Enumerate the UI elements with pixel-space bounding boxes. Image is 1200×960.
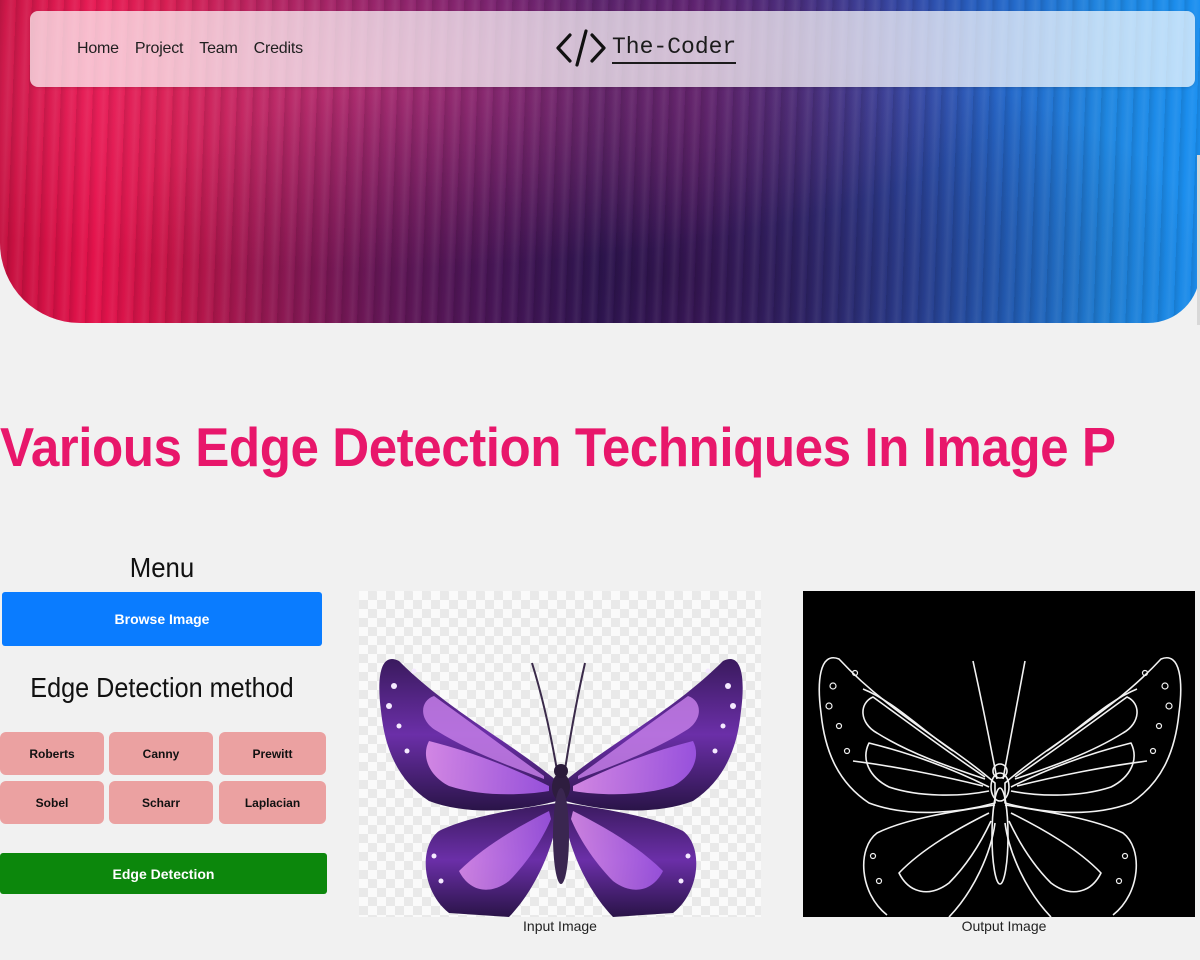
nav-links: Home Project Team Credits — [77, 11, 303, 87]
browse-image-button[interactable]: Browse Image — [2, 592, 322, 646]
nav-link-team[interactable]: Team — [199, 40, 238, 58]
method-button-canny[interactable]: Canny — [109, 732, 213, 775]
method-button-prewitt[interactable]: Prewitt — [219, 732, 326, 775]
hero-banner: Home Project Team Credits The-Coder — [0, 0, 1200, 323]
nav-link-credits[interactable]: Credits — [254, 40, 303, 58]
input-image-caption: Input Image — [523, 918, 597, 934]
code-brackets-icon — [556, 29, 606, 67]
input-image — [359, 591, 761, 917]
brand-name: The-Coder — [612, 33, 737, 64]
page-title: Various Edge Detection Techniques In Ima… — [0, 416, 1116, 478]
output-image — [803, 591, 1195, 917]
method-button-sobel[interactable]: Sobel — [0, 781, 104, 824]
nav-link-home[interactable]: Home — [77, 40, 119, 58]
method-button-laplacian[interactable]: Laplacian — [219, 781, 326, 824]
brand-logo[interactable]: The-Coder — [554, 27, 737, 69]
butterfly-image — [379, 659, 743, 917]
nav-link-project[interactable]: Project — [135, 40, 184, 58]
menu-title: Menu — [129, 552, 195, 583]
method-button-roberts[interactable]: Roberts — [0, 732, 104, 775]
method-button-scharr[interactable]: Scharr — [109, 781, 213, 824]
edge-map-image — [818, 656, 1182, 917]
navbar: Home Project Team Credits The-Coder — [30, 11, 1195, 87]
edge-method-title: Edge Detection method — [30, 672, 294, 703]
output-image-caption: Output Image — [961, 918, 1047, 934]
page: Home Project Team Credits The-Coder Vari… — [0, 0, 1200, 960]
edge-detection-button[interactable]: Edge Detection — [0, 853, 327, 894]
